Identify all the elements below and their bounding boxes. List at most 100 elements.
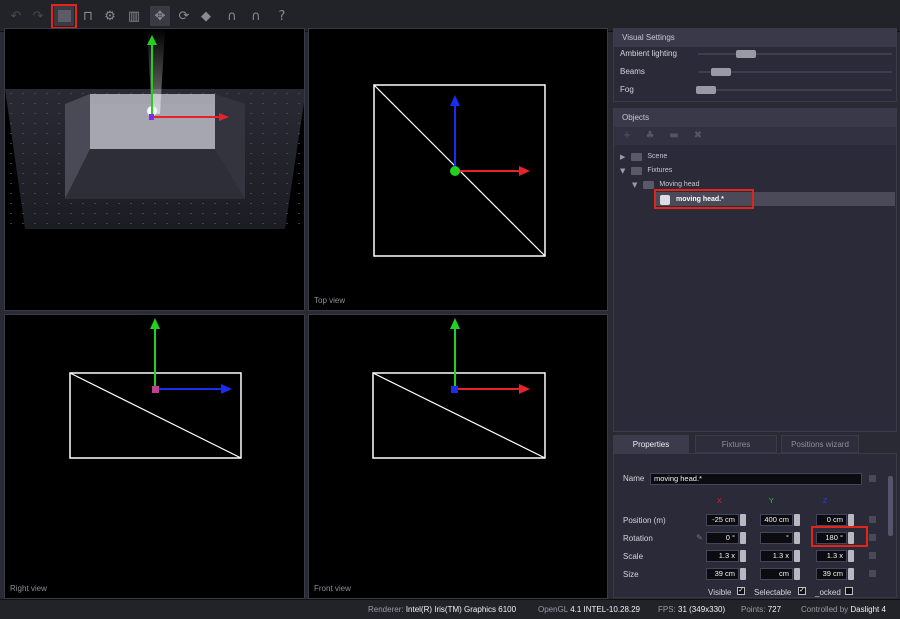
opengl-status: OpenGL 4.1 INTEL-10.28.29 — [538, 605, 641, 614]
locked-checkbox[interactable] — [845, 587, 853, 595]
scale-y-field[interactable]: 1.3 x — [760, 550, 793, 562]
visual-settings-title: Visual Settings — [614, 29, 896, 47]
size-x-stepper[interactable] — [740, 568, 746, 580]
top-viewport[interactable]: Top view — [308, 28, 608, 311]
fps-status: FPS: 31 (349x330) — [658, 605, 726, 614]
folder-icon — [631, 152, 643, 161]
locked-label: _ocked — [815, 588, 841, 597]
size-x-field[interactable]: 39 cm — [706, 568, 739, 580]
top-scene — [373, 84, 546, 257]
four-view-icon[interactable]: ⊓ — [78, 6, 98, 26]
rotate-icon[interactable]: ⟳ — [174, 6, 194, 26]
fog-slider[interactable] — [698, 89, 892, 91]
controlled-status: Controlled by Daslight 4 — [801, 605, 886, 614]
highlight-fixture — [654, 189, 754, 209]
help-icon[interactable]: ? — [272, 6, 292, 26]
folder-icon — [631, 166, 643, 175]
rotation-x-field[interactable]: 0 ° — [706, 532, 739, 544]
highlight-single-view — [51, 4, 77, 29]
top-view-label: Top view — [314, 296, 346, 305]
position-label: Position (m) — [623, 516, 666, 525]
add-fixture-icon[interactable]: ♣ — [644, 130, 656, 142]
position-z-stepper[interactable] — [848, 514, 854, 526]
name-reset-icon[interactable] — [869, 475, 876, 482]
tree-item-fixtures[interactable]: ▼ Fixtures — [620, 164, 672, 177]
collapse-icon[interactable]: ▼ — [620, 167, 625, 175]
front-scene — [372, 318, 546, 459]
rotation-y-field[interactable]: ° — [760, 532, 793, 544]
settings-icon[interactable]: ⚙ — [100, 6, 120, 26]
tab-positions-wizard[interactable]: Positions wizard — [781, 435, 859, 453]
ambient-lighting-label: Ambient lighting — [620, 49, 677, 58]
tree-item-label: Scene — [647, 153, 668, 160]
stats-icon[interactable]: ▥ — [124, 6, 144, 26]
scale-x-stepper[interactable] — [740, 550, 746, 562]
properties-tabs: Properties Fixtures Positions wizard — [613, 435, 897, 453]
points-status: Points: 727 — [741, 605, 782, 614]
magnet-icon[interactable]: ∩ — [222, 6, 242, 26]
size-z-stepper[interactable] — [848, 568, 854, 580]
right-viewport[interactable]: Right view — [4, 314, 305, 599]
renderer-status: Renderer: Intel(R) Iris(TM) Graphics 610… — [368, 605, 517, 614]
tab-fixtures[interactable]: Fixtures — [695, 435, 777, 453]
link-icon[interactable]: ✎ — [696, 533, 703, 542]
folder-icon — [643, 180, 655, 189]
position-x-stepper[interactable] — [740, 514, 746, 526]
right-view-label: Right view — [10, 584, 47, 593]
size-y-stepper[interactable] — [794, 568, 800, 580]
ambient-lighting-thumb[interactable] — [736, 50, 756, 58]
selectable-label: Selectable — [754, 588, 792, 597]
undo-icon[interactable]: ↶ — [6, 6, 26, 26]
scale-z-stepper[interactable] — [848, 550, 854, 562]
add-folder-icon[interactable]: ▬ — [668, 130, 680, 142]
rotation-label: Rotation — [623, 534, 653, 543]
position-y-field[interactable]: 400 cm — [760, 514, 793, 526]
perspective-viewport[interactable] — [4, 28, 305, 311]
rotation-y-stepper[interactable] — [794, 532, 800, 544]
name-label: Name — [623, 474, 645, 483]
size-y-field[interactable]: cm — [760, 568, 793, 580]
z-axis-header: Z — [823, 498, 828, 505]
perspective-scene — [5, 29, 304, 229]
scale-x-field[interactable]: 1.3 x — [706, 550, 739, 562]
size-label: Size — [623, 570, 639, 579]
collapse-icon[interactable]: ▼ — [632, 181, 637, 189]
beams-thumb[interactable] — [711, 68, 731, 76]
add-icon[interactable]: + — [621, 130, 633, 142]
visible-checkbox[interactable]: ✓ — [737, 587, 745, 595]
scale-reset-icon[interactable] — [869, 552, 876, 559]
size-reset-icon[interactable] — [869, 570, 876, 577]
front-view-label: Front view — [314, 584, 351, 593]
expand-icon[interactable]: ▶ — [620, 153, 625, 161]
tree-item-scene[interactable]: ▶ Scene — [620, 150, 667, 163]
rotation-reset-icon[interactable] — [869, 534, 876, 541]
visual-settings-panel: Visual Settings Ambient lighting Beams F… — [613, 28, 897, 102]
fog-thumb[interactable] — [696, 86, 716, 94]
scale-y-stepper[interactable] — [794, 550, 800, 562]
status-bar: Renderer: Intel(R) Iris(TM) Graphics 610… — [0, 599, 900, 619]
magnet-alt-icon[interactable]: ∩ — [246, 6, 266, 26]
tab-properties[interactable]: Properties — [613, 435, 689, 453]
position-x-field[interactable]: -25 cm — [706, 514, 739, 526]
selectable-checkbox[interactable]: ✓ — [798, 587, 806, 595]
name-field[interactable]: moving head.* — [650, 473, 862, 485]
redo-icon[interactable]: ↷ — [28, 6, 48, 26]
right-scene — [69, 318, 242, 459]
properties-scrollbar[interactable] — [888, 476, 893, 536]
scale-z-field[interactable]: 1.3 x — [816, 550, 847, 562]
scale-label: Scale — [623, 552, 644, 561]
snap-icon[interactable]: ◆ — [196, 6, 216, 26]
objects-title: Objects — [614, 109, 896, 127]
delete-icon[interactable]: ✖ — [692, 130, 704, 142]
position-reset-icon[interactable] — [869, 516, 876, 523]
rotation-x-stepper[interactable] — [740, 532, 746, 544]
tree-item-label: Fixtures — [647, 167, 673, 174]
move-icon[interactable]: ✥ — [150, 6, 170, 26]
ambient-lighting-slider[interactable] — [698, 53, 892, 55]
front-viewport[interactable]: Front view — [308, 314, 608, 599]
size-z-field[interactable]: 39 cm — [816, 568, 847, 580]
fog-label: Fog — [620, 85, 634, 94]
objects-toolbar: + ♣ ▬ ✖ — [614, 127, 896, 145]
position-y-stepper[interactable] — [794, 514, 800, 526]
position-z-field[interactable]: 0 cm — [816, 514, 847, 526]
